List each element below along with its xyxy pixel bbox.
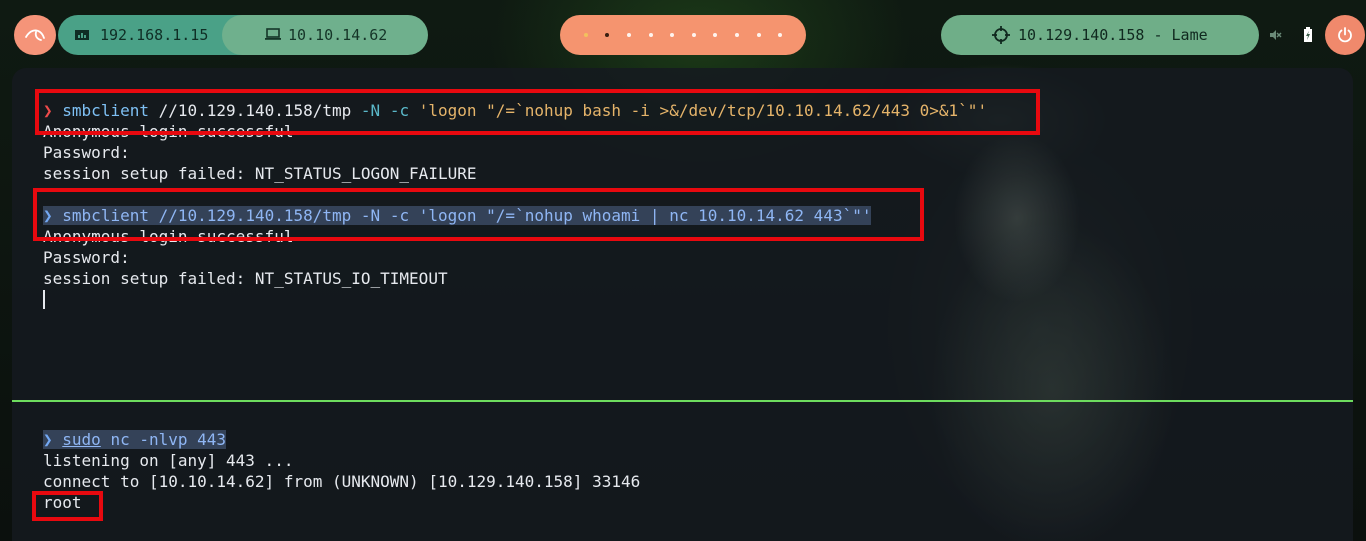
output-line: session setup failed: NT_STATUS_LOGON_FA… (43, 164, 477, 183)
workspace-dot-3[interactable] (626, 33, 631, 37)
terminal-window[interactable]: ❯ smbclient //10.129.140.158/tmp -N -c '… (12, 68, 1353, 541)
kali-dragon-icon (25, 29, 45, 41)
vpn-ip-indicator: 10.10.14.62 (222, 15, 428, 55)
output-line: session setup failed: NT_STATUS_IO_TIMEO… (43, 269, 448, 288)
target-text: 10.129.140.158 - Lame (1018, 26, 1208, 44)
workspace-dot-4[interactable] (648, 33, 653, 37)
workspace-dot-2[interactable] (605, 33, 610, 37)
output-line: listening on [any] 443 ... (43, 451, 294, 470)
command-sudo: sudo (62, 430, 101, 449)
highlight-box (35, 89, 1040, 135)
system-tray (1258, 15, 1328, 55)
workspace-dot-10[interactable] (778, 33, 783, 37)
target-indicator: 10.129.140.158 - Lame (941, 15, 1259, 55)
laptop-icon (265, 28, 281, 40)
power-icon (1338, 27, 1352, 43)
workspace-dot-9[interactable] (756, 33, 761, 37)
app-launcher-button[interactable] (14, 15, 56, 55)
output-line: Password: (43, 143, 130, 162)
command-args: nc -nlvp 443 (110, 430, 227, 449)
crosshair-icon (992, 26, 1010, 44)
command-line-3: ❯ sudo nc -nlvp 443 (43, 429, 227, 450)
workspace-dot-6[interactable] (691, 33, 696, 37)
workspace-switcher (560, 15, 806, 55)
power-button[interactable] (1325, 15, 1365, 55)
vpn-ip-text: 10.10.14.62 (288, 26, 388, 44)
highlight-box (32, 491, 103, 521)
text-cursor (43, 290, 45, 309)
output-line: connect to [10.10.14.62] from (UNKNOWN) … (43, 472, 641, 491)
mute-icon[interactable] (1268, 28, 1282, 42)
top-status-bar: 192.168.1.15 10.10.14.62 10.129.140.158 … (0, 0, 1366, 68)
terminal-background-art (842, 68, 1353, 541)
workspace-dot-1[interactable] (583, 33, 588, 37)
workspace-dot-8[interactable] (735, 33, 739, 37)
pane-divider[interactable] (12, 400, 1353, 402)
network-icon (75, 30, 89, 40)
battery-icon[interactable] (1303, 27, 1313, 43)
workspace-dot-7[interactable] (713, 33, 718, 37)
workspace-dot-5[interactable] (670, 33, 675, 37)
prompt-symbol: ❯ (43, 430, 53, 449)
local-ip-text: 192.168.1.15 (100, 26, 209, 44)
highlight-box (33, 188, 924, 241)
output-line: Password: (43, 248, 130, 267)
